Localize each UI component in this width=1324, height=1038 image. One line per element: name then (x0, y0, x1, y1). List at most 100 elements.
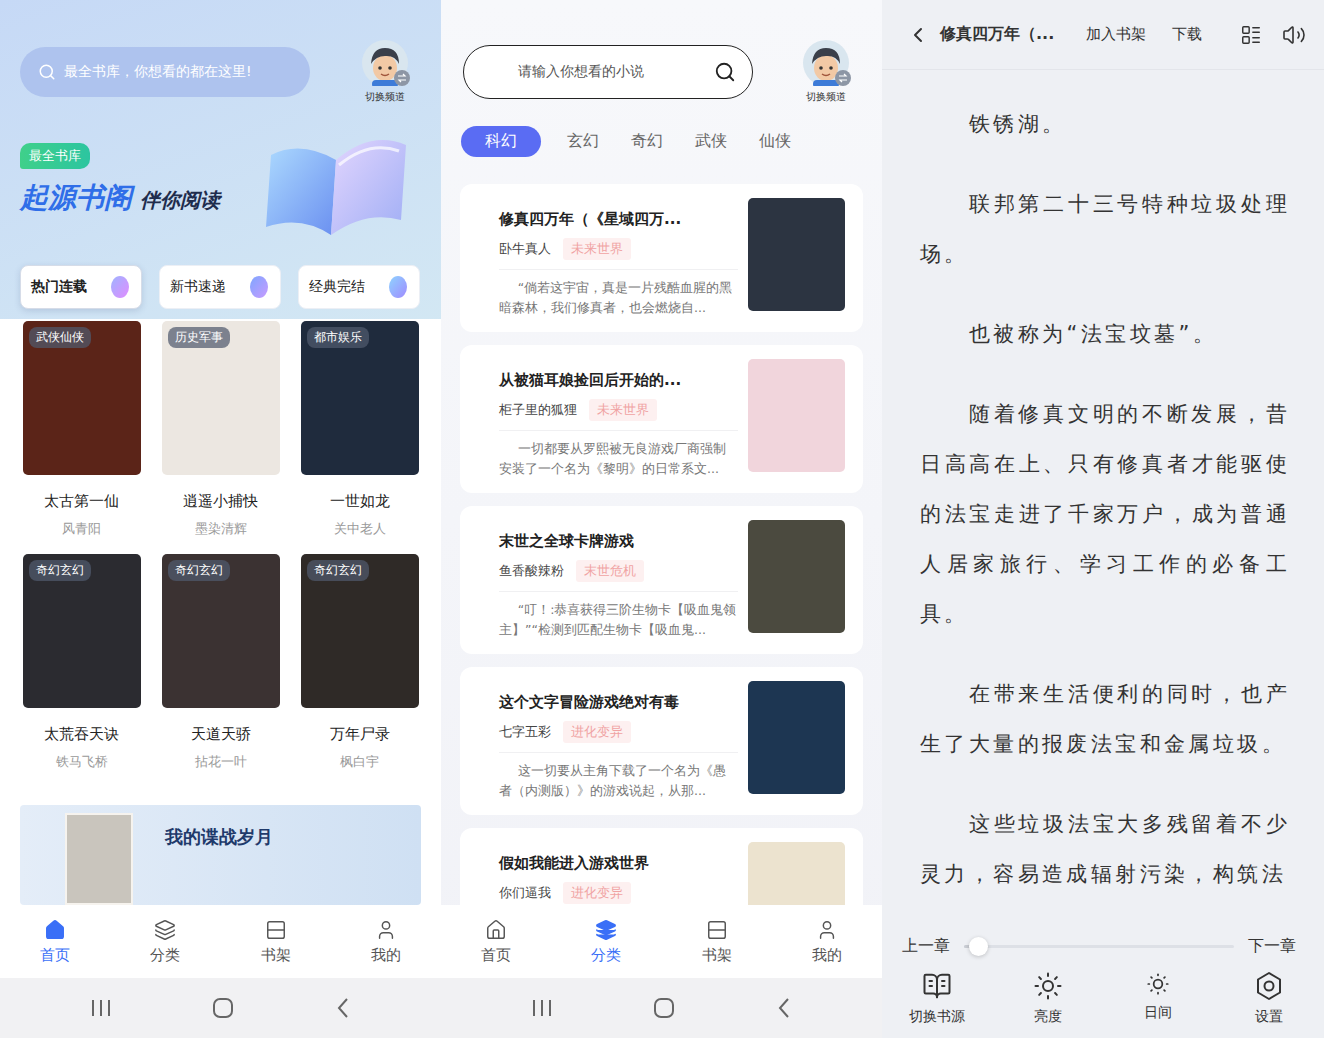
book-card[interactable]: 奇幻玄幻天道天骄拈花一叶 (162, 554, 280, 771)
book-row[interactable]: 末世之全球卡牌游戏鱼香酸辣粉末世危机“叮！:恭喜获得三阶生物卡【吸血鬼领主】”“… (460, 506, 863, 654)
book-card[interactable]: 奇幻玄幻万年尸录枫白宇 (301, 554, 419, 771)
book-cover (748, 520, 845, 633)
prev-chapter[interactable]: 上一章 (902, 936, 950, 957)
nav-item[interactable]: 书架 (662, 919, 772, 965)
book-cover (748, 198, 845, 311)
toolbar-button[interactable]: 切换书源 (882, 971, 993, 1026)
book-card[interactable]: 都市娱乐一世如龙关中老人 (301, 321, 419, 538)
nav-item[interactable]: 我的 (331, 919, 441, 965)
layers-icon (154, 919, 176, 941)
genre-tag: 未来世界 (563, 238, 631, 260)
home-icon (485, 919, 507, 941)
book-row[interactable]: 从被猫耳娘捡回后开始的...柜子里的狐狸未来世界一切都要从罗熙被无良游戏厂商强制… (460, 345, 863, 493)
nav-item[interactable]: 首页 (0, 919, 110, 965)
settings-icon (1254, 971, 1284, 1001)
nav-item[interactable]: 首页 (441, 919, 551, 965)
reader-header: 修真四万年（... 加入书架 下载 (882, 0, 1324, 70)
genre-tag: 奇幻玄幻 (168, 560, 230, 581)
book-cover: 武侠仙侠 (23, 321, 141, 475)
chapter-text: 铁锈湖。联邦第二十三号特种垃圾处理场。也被称为“法宝坟墓”。随着修真文明的不断发… (882, 70, 1324, 930)
layers-icon (595, 919, 617, 941)
catalog-icon[interactable] (1240, 24, 1262, 46)
swap-icon (838, 73, 848, 83)
promo-banner[interactable]: 我的谍战岁月 (20, 805, 421, 905)
book-cover: 奇幻玄幻 (23, 554, 141, 708)
toolbar-button[interactable]: 亮度 (993, 971, 1104, 1026)
shelf-icon (265, 919, 287, 941)
book-card[interactable]: 历史军事逍遥小捕快墨染清辉 (162, 321, 280, 538)
bottom-nav: 首页分类书架我的 (0, 905, 441, 978)
day-mode-icon (1145, 971, 1171, 997)
home-tab[interactable]: 新书速递 (159, 265, 281, 309)
channel-switch[interactable]: 切换频道 (790, 40, 862, 104)
channel-switch[interactable]: 切换频道 (349, 40, 421, 104)
genre-tag: 末世危机 (576, 560, 644, 582)
category-tab[interactable]: 科幻 (461, 126, 541, 157)
book-card[interactable]: 武侠仙侠太古第一仙风青阳 (23, 321, 141, 538)
book-title: 修真四万年（... (940, 24, 1054, 45)
book-cover (748, 681, 845, 794)
back-icon[interactable] (335, 997, 351, 1019)
category-tab[interactable]: 奇幻 (625, 126, 669, 157)
home-screen: 最全书库，你想看的都在这里! 切换频道最全书库起源书阁伴你阅读热门连载新书速递经典… (0, 0, 441, 1038)
book-row[interactable]: 假如我能进入游戏世界你们逼我进化变异 (460, 828, 863, 905)
reader-toolbar: 切换书源亮度日间设置 (882, 963, 1324, 1038)
home-icon (44, 919, 66, 941)
book-source-icon (922, 971, 952, 1001)
back-icon[interactable] (776, 997, 792, 1019)
slider-thumb[interactable] (969, 937, 988, 956)
chapter-slider-row: 上一章 下一章 (882, 930, 1324, 963)
book-cover: 奇幻玄幻 (162, 554, 280, 708)
tab-decoration-icon (246, 274, 272, 300)
search-icon (38, 63, 56, 81)
home-button-icon[interactable] (653, 997, 675, 1019)
speaker-icon[interactable] (1282, 23, 1306, 47)
home-tab[interactable]: 经典完结 (298, 265, 420, 309)
search-icon[interactable] (714, 61, 736, 83)
genre-tag: 进化变异 (563, 721, 631, 743)
book-row[interactable]: 修真四万年（《星域四万...卧牛真人未来世界“倘若这宇宙，真是一片残酷血腥的黑暗… (460, 184, 863, 332)
tab-decoration-icon (385, 274, 411, 300)
book-illustration-icon (251, 115, 421, 245)
swap-badge (835, 70, 851, 86)
swap-icon (397, 73, 407, 83)
genre-tag: 历史军事 (168, 327, 230, 348)
category-tab[interactable]: 玄幻 (561, 126, 605, 157)
book-cover: 奇幻玄幻 (301, 554, 419, 708)
brand-title: 起源书阁伴你阅读 (20, 179, 220, 217)
genre-tag: 进化变异 (563, 882, 631, 904)
tab-decoration-icon (107, 274, 133, 300)
back-icon[interactable] (906, 23, 930, 47)
toolbar-button[interactable]: 设置 (1214, 971, 1324, 1026)
category-tab[interactable]: 武侠 (689, 126, 733, 157)
search-field[interactable]: 请输入你想看的小说 (463, 45, 753, 99)
genre-tag: 奇幻玄幻 (307, 560, 369, 581)
avatar[interactable] (362, 40, 408, 86)
category-tab[interactable]: 仙侠 (753, 126, 797, 157)
avatar[interactable] (803, 40, 849, 86)
progress-slider[interactable] (964, 945, 1234, 948)
genre-tag: 都市娱乐 (307, 327, 369, 348)
user-icon (816, 919, 838, 941)
book-row[interactable]: 这个文字冒险游戏绝对有毒七字五彩进化变异这一切要从主角下载了一个名为《愚者（内测… (460, 667, 863, 815)
book-cover (748, 842, 845, 905)
swap-badge (394, 70, 410, 86)
system-nav (0, 978, 441, 1038)
reader-screen: 修真四万年（... 加入书架 下载铁锈湖。联邦第二十三号特种垃圾处理场。也被称为“法… (882, 0, 1324, 1038)
header-action[interactable]: 加入书架 (1086, 25, 1146, 44)
toolbar-button[interactable]: 日间 (1103, 971, 1214, 1026)
next-chapter[interactable]: 下一章 (1248, 936, 1296, 957)
header-action[interactable]: 下载 (1172, 25, 1202, 44)
home-button-icon[interactable] (212, 997, 234, 1019)
category-screen: 请输入你想看的小说切换频道科幻玄幻奇幻武侠仙侠修真四万年（《星域四万...卧牛真… (441, 0, 882, 1038)
nav-item[interactable]: 书架 (221, 919, 331, 965)
search-field[interactable]: 最全书库，你想看的都在这里! (20, 47, 310, 97)
nav-item[interactable]: 分类 (551, 919, 661, 965)
library-badge: 最全书库 (20, 143, 90, 169)
book-card[interactable]: 奇幻玄幻太荒吞天诀铁马飞桥 (23, 554, 141, 771)
recents-icon[interactable] (90, 998, 112, 1018)
recents-icon[interactable] (531, 998, 553, 1018)
home-tab[interactable]: 热门连载 (20, 265, 142, 309)
nav-item[interactable]: 分类 (110, 919, 220, 965)
nav-item[interactable]: 我的 (772, 919, 882, 965)
